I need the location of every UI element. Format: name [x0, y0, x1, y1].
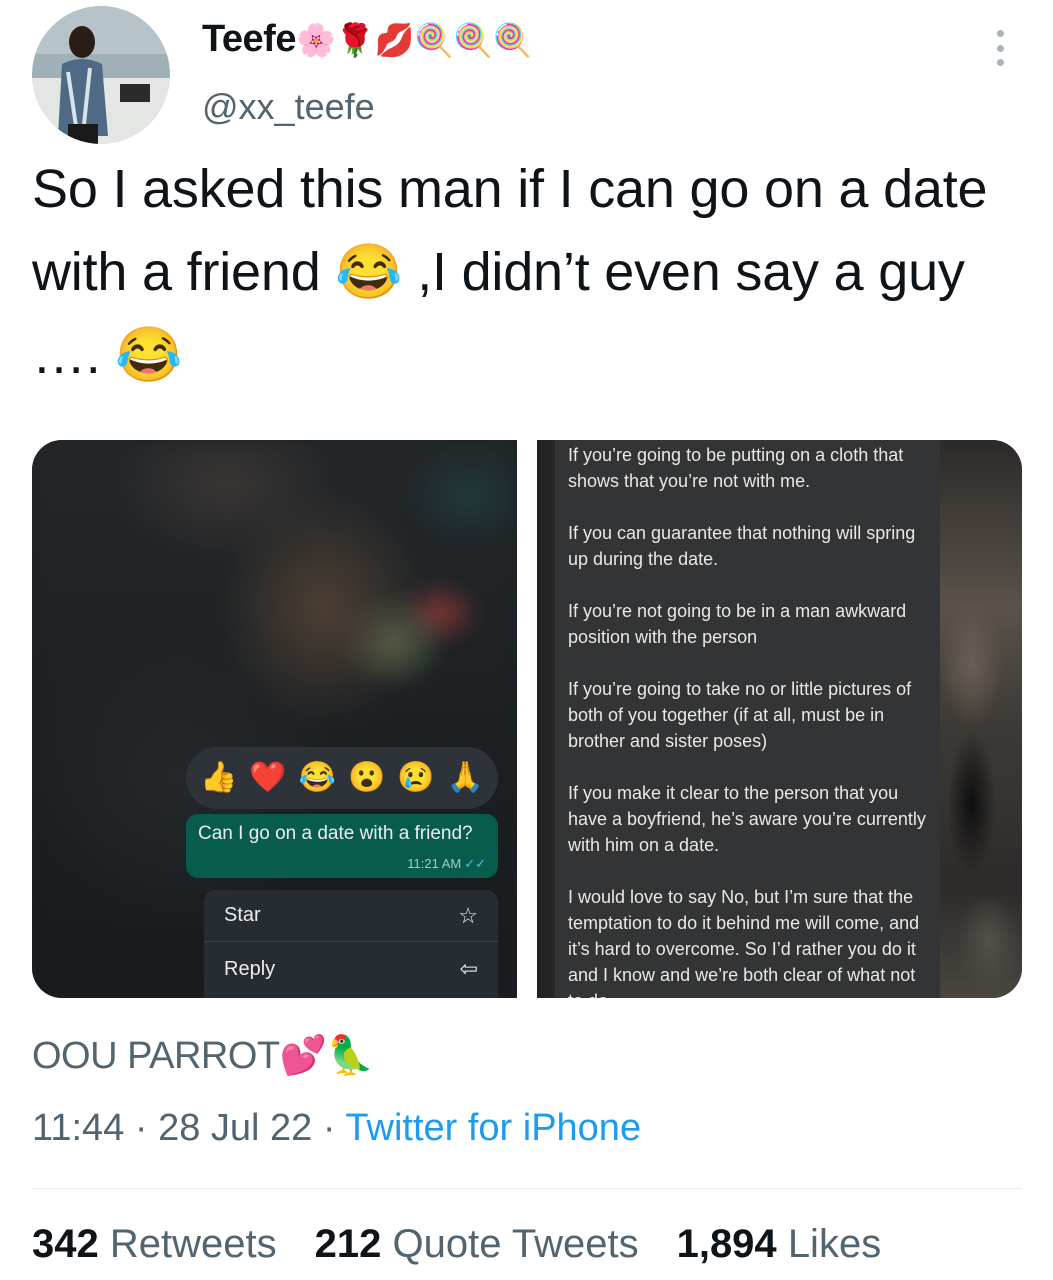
author-handle[interactable]: @xx_teefe	[202, 86, 375, 128]
more-dot	[996, 30, 1004, 37]
chat-message-meta: 11:21 AM ✓✓	[407, 856, 486, 872]
reaction-laugh-icon[interactable]: 😂	[299, 763, 336, 793]
message-paragraph: If you’re not going to be in a man awkwa…	[568, 601, 907, 647]
chat-message-text: Can I go on a date with a friend?	[198, 823, 473, 844]
quote-tweets-label: Quote Tweets	[392, 1222, 639, 1266]
chat-message-bubble[interactable]: Can I go on a date with a friend? 11:21 …	[186, 814, 498, 878]
message-paragraph: If you’re going to be putting on a cloth…	[568, 445, 904, 491]
read-ticks-icon: ✓✓	[464, 856, 486, 871]
quote-tweets-count: 212	[314, 1222, 382, 1266]
tweet-meta: 11:44 · 28 Jul 22 · Twitter for iPhone	[32, 1107, 641, 1150]
tweet-time[interactable]: 11:44	[32, 1107, 124, 1149]
message-paragraph: If you can guarantee that nothing will s…	[568, 523, 916, 569]
media-image-right[interactable]: If you’re going to be putting on a cloth…	[537, 440, 1022, 998]
reaction-sad-icon[interactable]: 😢	[397, 763, 434, 793]
tweet-text: So I asked this man if I can go on a dat…	[32, 159, 988, 385]
meta-separator: ·	[322, 1107, 336, 1149]
retweets-count: 342	[32, 1222, 99, 1266]
author-name-text: Teefe	[202, 18, 296, 60]
reaction-surprised-icon[interactable]: 😮	[348, 763, 385, 793]
long-message-card: If you’re going to be putting on a cloth…	[555, 440, 940, 998]
avatar-photo	[32, 6, 170, 144]
retweets-label: Retweets	[109, 1222, 277, 1266]
likes-stat[interactable]: 1,894 Likes	[677, 1222, 882, 1267]
reaction-heart-icon[interactable]: ❤️	[249, 763, 286, 793]
right-blurred-edge	[938, 440, 1022, 998]
source-name: OOU PARROT	[32, 1035, 280, 1077]
reaction-bar: 👍 ❤️ 😂 😮 😢 🙏	[186, 747, 498, 809]
star-icon: ☆	[458, 902, 478, 928]
retweets-stat[interactable]: 342 Retweets	[32, 1222, 277, 1267]
likes-count: 1,894	[676, 1222, 777, 1266]
reaction-thumbs-up-icon[interactable]: 👍	[200, 763, 237, 793]
menu-item-star-label: Star	[224, 904, 261, 926]
more-dot	[996, 59, 1004, 66]
reaction-pray-icon[interactable]: 🙏	[447, 763, 484, 793]
message-context-menu: Star ☆ Reply ⇦	[204, 890, 498, 998]
source-label: OOU PARROT💕🦜	[32, 1034, 374, 1078]
menu-item-reply-label: Reply	[224, 957, 276, 980]
author-name-emojis: 🌸🌹💋🍭🍭🍭	[295, 22, 533, 58]
avatar[interactable]	[32, 6, 170, 144]
more-dot	[996, 44, 1004, 52]
quote-tweets-stat[interactable]: 212 Quote Tweets	[315, 1222, 639, 1267]
source-emojis: 💕🦜	[279, 1035, 374, 1077]
chat-message-time: 11:21 AM	[407, 856, 462, 871]
more-options-icon[interactable]	[988, 30, 1012, 66]
menu-item-reply[interactable]: Reply ⇦	[204, 943, 498, 995]
tweet-media[interactable]: 👍 ❤️ 😂 😮 😢 🙏 Can I go on a date with a f…	[32, 440, 1022, 998]
tweet-client-link[interactable]: Twitter for iPhone	[345, 1107, 641, 1149]
reply-icon: ⇦	[459, 956, 478, 981]
message-paragraph: If you make it clear to the person that …	[568, 783, 926, 855]
meta-separator: ·	[134, 1107, 148, 1149]
media-image-left[interactable]: 👍 ❤️ 😂 😮 😢 🙏 Can I go on a date with a f…	[32, 440, 517, 998]
message-paragraph: If you’re going to take no or little pic…	[568, 679, 912, 751]
message-paragraph: I would love to say No, but I’m sure tha…	[568, 887, 920, 998]
author-name[interactable]: Teefe🌸🌹💋🍭🍭🍭	[202, 18, 533, 61]
likes-label: Likes	[787, 1222, 882, 1266]
tweet-stats: 342 Retweets 212 Quote Tweets 1,894 Like…	[32, 1222, 881, 1267]
divider	[32, 1188, 1022, 1189]
tweet-date[interactable]: 28 Jul 22	[158, 1107, 312, 1149]
menu-item-star[interactable]: Star ☆	[204, 890, 498, 942]
